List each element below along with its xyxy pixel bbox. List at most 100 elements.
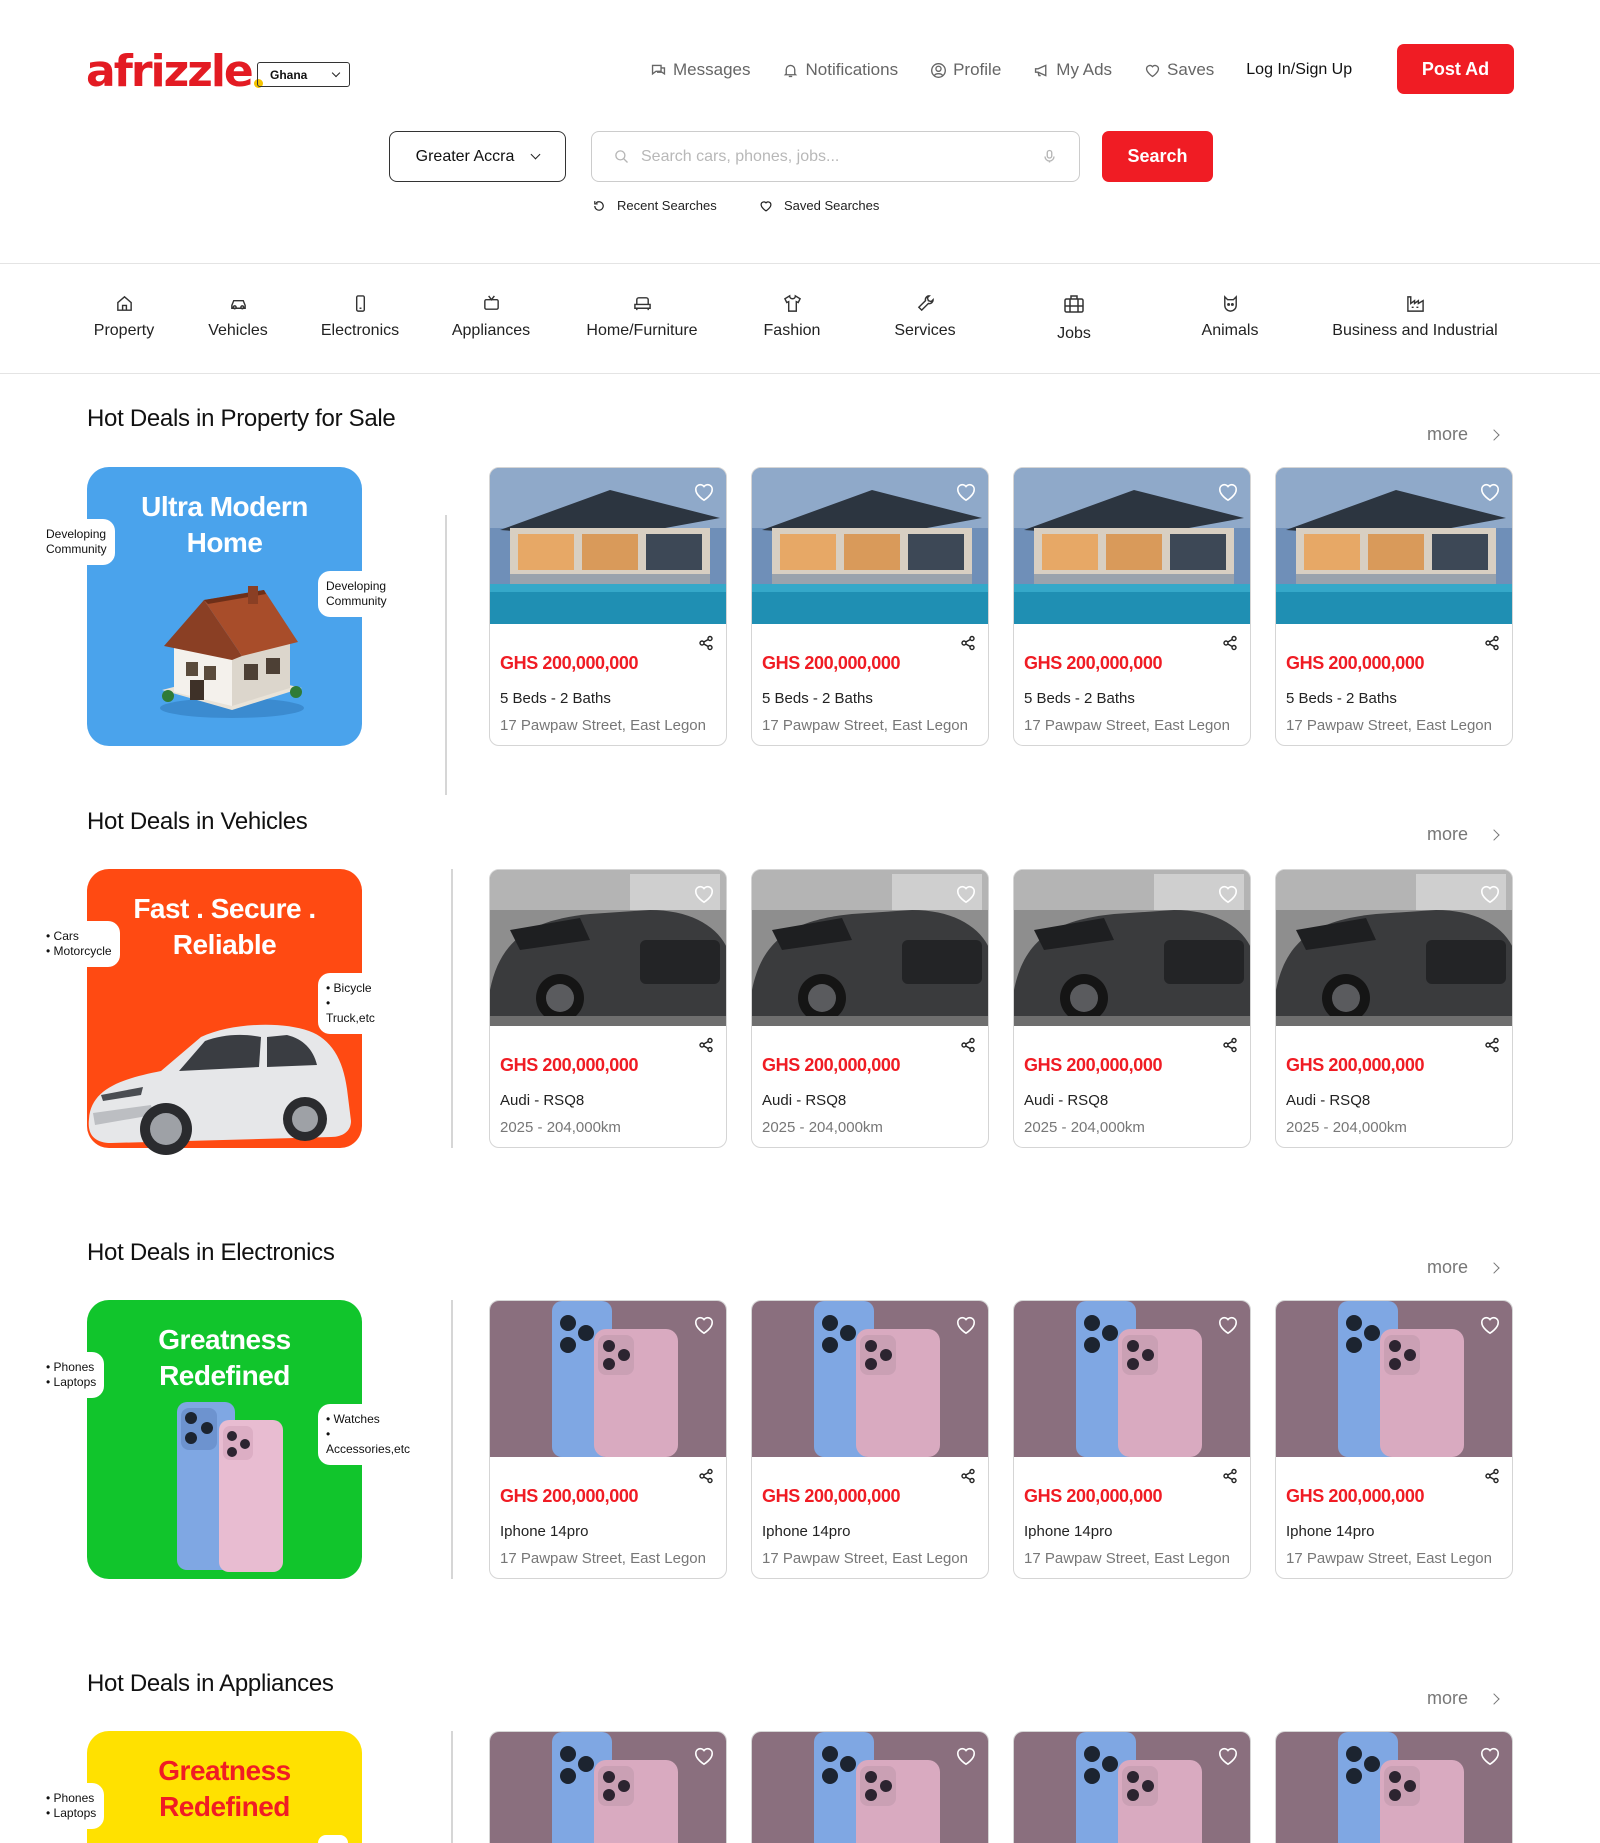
listing-card[interactable]: GHS 200,000,000 Iphone 14pro 17 Pawpaw Str… [751,1300,989,1579]
category-animals[interactable]: Animals [1199,264,1261,374]
search-input[interactable] [641,147,1042,166]
share-icon[interactable] [960,1037,976,1053]
listing-card[interactable]: GHS 200,000,000 Iphone 14pro 17 Pawpaw Str… [1275,1300,1513,1579]
category-label: Property [93,322,155,339]
listing-image[interactable] [752,468,988,624]
listing-card[interactable] [751,1731,989,1843]
listing-card[interactable] [1275,1731,1513,1843]
share-icon[interactable] [1222,635,1238,651]
heart-icon[interactable] [693,884,715,904]
category-fashion[interactable]: Fashion [760,264,824,374]
banner-tag-right: BicycleTruck,etc [318,973,383,1034]
listing-image[interactable] [490,870,726,1026]
listing-image[interactable] [1014,468,1250,624]
share-icon[interactable] [698,1037,714,1053]
heart-icon[interactable] [955,482,977,502]
nav-saves[interactable]: Saves [1144,58,1214,82]
promo-banner[interactable]: Greatness Redefined PhonesLaptops Watches… [38,1300,419,1579]
search-button[interactable]: Search [1102,131,1213,182]
heart-icon[interactable] [693,1315,715,1335]
listing-image[interactable] [1276,870,1512,1026]
nav-messages[interactable]: Messages [650,58,750,82]
category-appliances[interactable]: Appliances [450,264,532,374]
listing-card[interactable]: GHS 200,000,000 5 Beds - 2 Baths 17 Pawpaw… [1275,467,1513,746]
saved-searches-link[interactable]: Saved Searches [759,198,879,213]
heart-icon[interactable] [1479,482,1501,502]
listing-price: GHS 200,000,000 [1286,653,1425,673]
promo-banner[interactable]: Fast . Secure . Reliable CarsMotorcycle B… [38,869,383,1155]
heart-icon[interactable] [955,884,977,904]
listing-image[interactable] [1276,468,1512,624]
listing-card[interactable]: GHS 200,000,000 Audi - RSQ8 2025 - 204,000… [489,869,727,1148]
listing-card[interactable]: GHS 200,000,000 5 Beds - 2 Baths 17 Pawpaw… [751,467,989,746]
share-icon[interactable] [698,1468,714,1484]
category-services[interactable]: Services [891,264,959,374]
heart-icon[interactable] [1479,1746,1501,1766]
listing-card[interactable]: GHS 200,000,000 5 Beds - 2 Baths 17 Pawpaw… [1013,467,1251,746]
listing-image[interactable] [490,468,726,624]
listing-image[interactable] [752,1301,988,1457]
listing-image[interactable] [1014,1301,1250,1457]
heart-icon[interactable] [1217,482,1239,502]
listing-image[interactable] [1276,1301,1512,1457]
phone-photo [1276,1301,1512,1457]
listing-image[interactable] [752,870,988,1026]
heart-icon[interactable] [1217,884,1239,904]
listing-card[interactable]: GHS 200,000,000 Audi - RSQ8 2025 - 204,000… [1013,869,1251,1148]
afrizzle-logo[interactable]: afrizzle [86,44,263,94]
nav-profile[interactable]: Profile [930,58,1001,82]
share-icon[interactable] [698,635,714,651]
share-icon[interactable] [960,1468,976,1484]
house-photo [490,468,726,624]
category-label: Fashion [763,322,821,339]
share-icon[interactable] [960,635,976,651]
listing-card[interactable]: GHS 200,000,000 Audi - RSQ8 2025 - 204,000… [751,869,989,1148]
listing-card[interactable]: GHS 200,000,000 Audi - RSQ8 2025 - 204,000… [1275,869,1513,1148]
category-business-industrial[interactable]: Business and Industrial [1331,264,1499,374]
category-jobs[interactable]: Jobs [1054,264,1094,374]
country-select[interactable]: Ghana [257,62,350,87]
share-icon[interactable] [1484,1468,1500,1484]
category-property[interactable]: Property [92,264,156,374]
listing-card[interactable]: GHS 200,000,000 5 Beds - 2 Baths 17 Pawpaw… [489,467,727,746]
promo-banner[interactable]: Ultra Modern Home Developing Community Dev… [38,467,395,746]
listing-card[interactable]: GHS 200,000,000 Iphone 14pro 17 Pawpaw Str… [489,1300,727,1579]
listing-card[interactable] [1013,1731,1251,1843]
listing-card[interactable]: GHS 200,000,000 Iphone 14pro 17 Pawpaw Str… [1013,1300,1251,1579]
heart-icon[interactable] [1479,884,1501,904]
nav-my-ads[interactable]: My Ads [1033,58,1112,82]
region-select[interactable]: Greater Accra [389,131,566,182]
heart-icon[interactable] [1479,1315,1501,1335]
more-link[interactable]: more [1427,1688,1500,1709]
category-vehicles[interactable]: Vehicles [205,264,271,374]
share-icon[interactable] [1222,1468,1238,1484]
microphone-icon[interactable] [1042,149,1057,164]
listing-image[interactable] [490,1301,726,1457]
heart-icon[interactable] [955,1315,977,1335]
listing-image[interactable] [1014,1732,1250,1843]
listing-image[interactable] [1014,870,1250,1026]
listing-image[interactable] [1276,1732,1512,1843]
share-icon[interactable] [1484,1037,1500,1053]
category-electronics[interactable]: Electronics [319,264,401,374]
listing-card[interactable] [489,1731,727,1843]
heart-icon[interactable] [693,1746,715,1766]
category-home-furniture[interactable]: Home/Furniture [585,264,699,374]
more-link[interactable]: more [1427,1257,1500,1278]
more-link[interactable]: more [1427,824,1500,845]
promo-banner[interactable]: Greatness Redefined PhonesLaptops [38,1731,362,1843]
share-icon[interactable] [1222,1037,1238,1053]
heart-icon[interactable] [955,1746,977,1766]
nav-notifications[interactable]: Notifications [782,58,898,82]
heart-icon[interactable] [1217,1315,1239,1335]
listing-image[interactable] [490,1732,726,1843]
post-ad-button[interactable]: Post Ad [1397,44,1514,94]
listing-image[interactable] [752,1732,988,1843]
more-link[interactable]: more [1427,424,1500,445]
share-icon[interactable] [1484,635,1500,651]
recent-searches-link[interactable]: Recent Searches [592,198,717,213]
login-signup-link[interactable]: Log In/Sign Up [1246,58,1352,82]
listing-price: GHS 200,000,000 [1024,1055,1163,1075]
heart-icon[interactable] [693,482,715,502]
heart-icon[interactable] [1217,1746,1239,1766]
